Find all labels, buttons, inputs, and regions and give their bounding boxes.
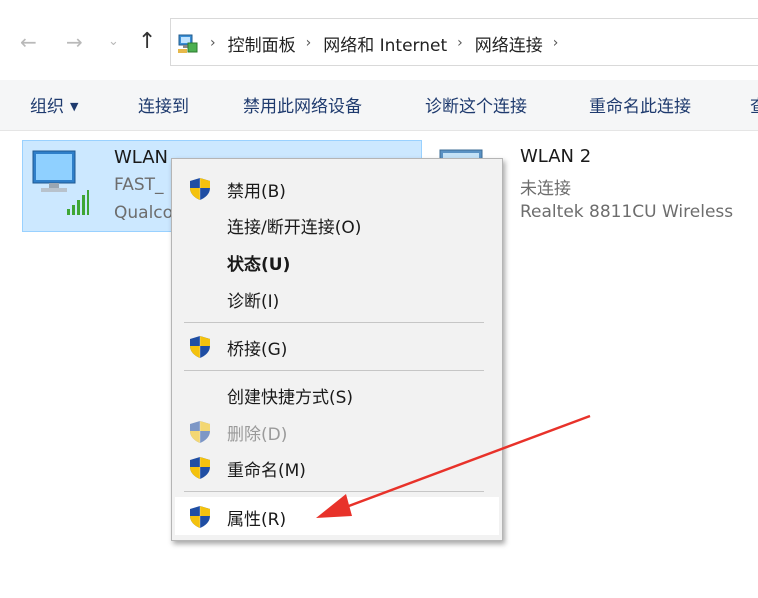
breadcrumb-separator-icon[interactable]: › (553, 35, 559, 51)
recent-chevron-down-icon[interactable]: ⌄ (108, 28, 119, 56)
menu-item-label: 桥接(G) (227, 340, 288, 360)
breadcrumb-separator-icon: › (210, 35, 216, 51)
menu-item-label: 创建快捷方式(S) (227, 388, 354, 408)
connection-name: WLAN (114, 147, 169, 168)
menu-item-delete: 删除(D) (172, 414, 502, 448)
breadcrumb-network-internet[interactable]: 网络和 Internet (323, 27, 447, 60)
uac-shield-icon (188, 456, 212, 480)
connection-adapter: Qualco (114, 203, 174, 223)
menu-item-bridge[interactable]: 桥接(G) (172, 329, 502, 363)
menu-item-label: 属性(R) (227, 510, 287, 530)
menu-item-label: 重命名(M) (227, 461, 306, 481)
rename-connection-button[interactable]: 重命名此连接 (589, 92, 691, 117)
diagnose-connection-button[interactable]: 诊断这个连接 (425, 92, 527, 117)
breadcrumb: › 控制面板 › 网络和 Internet › 网络连接 › (171, 19, 570, 67)
connection-adapter: Realtek 8811CU Wireless (520, 202, 734, 222)
menu-item-label: 禁用(B) (227, 182, 286, 202)
address-box[interactable]: › 控制面板 › 网络和 Internet › 网络连接 › (170, 18, 758, 66)
uac-shield-icon (188, 505, 212, 529)
menu-item-properties[interactable]: 属性(R) (175, 497, 499, 535)
uac-shield-icon (188, 177, 212, 201)
menu-item-label: 诊断(I) (227, 292, 280, 312)
menu-item-status[interactable]: 状态(U) (172, 244, 502, 278)
menu-separator (184, 370, 484, 371)
view-status-button[interactable]: 查 (750, 92, 758, 117)
back-arrow-icon[interactable]: ← (20, 28, 37, 56)
menu-item-disable[interactable]: 禁用(B) (172, 171, 502, 205)
menu-item-rename[interactable]: 重命名(M) (172, 450, 502, 484)
breadcrumb-network-connections[interactable]: 网络连接 (475, 27, 543, 60)
breadcrumb-separator-icon: › (457, 35, 463, 51)
connect-to-button[interactable]: 连接到 (138, 92, 189, 117)
connection-network: FAST_ (114, 175, 164, 195)
menu-separator (184, 322, 484, 323)
connection-status: 未连接 (520, 179, 571, 199)
uac-shield-icon (188, 335, 212, 359)
organize-button[interactable]: 组织 ▼ (30, 92, 78, 117)
menu-separator (184, 491, 484, 492)
network-connections-icon (176, 31, 200, 55)
menu-item-label: 状态(U) (227, 255, 291, 275)
forward-arrow-icon[interactable]: → (66, 28, 83, 56)
breadcrumb-control-panel[interactable]: 控制面板 (228, 27, 296, 60)
caret-down-icon: ▼ (70, 100, 79, 113)
breadcrumb-separator-icon: › (305, 35, 312, 51)
wireless-adapter-icon (29, 149, 89, 215)
up-arrow-icon[interactable]: ↑ (138, 28, 156, 56)
context-menu: 禁用(B) 连接/断开连接(O) 状态(U) 诊断(I) 桥接(G) 创建快捷方… (171, 158, 503, 541)
command-bar: 组织▼ 连接到 禁用此网络设备 诊断这个连接 重命名此连接 查 (0, 80, 758, 131)
menu-item-label: 删除(D) (227, 425, 288, 445)
uac-shield-icon (188, 420, 212, 444)
address-bar-area: ← → ⌄ ↑ › 控制面板 › 网络和 Internet › 网络连接 › (0, 0, 758, 80)
disable-device-button[interactable]: 禁用此网络设备 (243, 92, 362, 117)
menu-item-diagnose[interactable]: 诊断(I) (172, 281, 502, 315)
menu-item-connect-disconnect[interactable]: 连接/断开连接(O) (172, 207, 502, 241)
menu-item-label: 连接/断开连接(O) (227, 218, 362, 238)
connection-name: WLAN 2 (520, 146, 592, 167)
menu-item-create-shortcut[interactable]: 创建快捷方式(S) (172, 377, 502, 411)
